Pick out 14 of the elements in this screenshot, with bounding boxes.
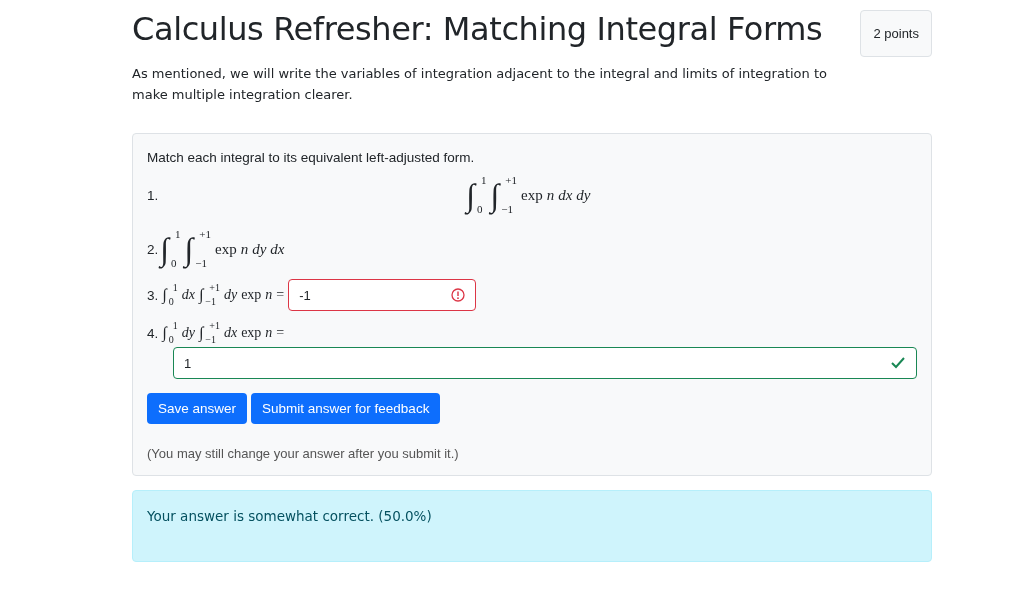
points-badge: 2 points	[860, 10, 932, 57]
answer-field[interactable]: 1	[173, 347, 917, 379]
intro-text: As mentioned, we will write the variables of integration adjacent to the integral and limits of integration to make multiple integration clearer.	[132, 65, 828, 104]
note-text: (You may still change your answer after you submit it.)	[147, 446, 460, 461]
item-number: 2.	[147, 241, 159, 257]
item-number: 3.	[147, 287, 159, 303]
answer-button[interactable]: Save answer	[147, 393, 248, 424]
feedback-text: Your answer is somewhat correct. (50.0%)	[147, 508, 432, 524]
question-prompt: Match each integral to its equivalent left-adjusted form.	[147, 150, 476, 165]
page-title: Calculus Refresher: Matching Integral Forms	[132, 10, 823, 48]
item-number: 1.	[147, 187, 159, 203]
answer-field[interactable]: -1	[288, 279, 477, 311]
item-number: 4.	[147, 325, 159, 341]
answer-button[interactable]: Submit answer for feedback	[251, 393, 441, 424]
